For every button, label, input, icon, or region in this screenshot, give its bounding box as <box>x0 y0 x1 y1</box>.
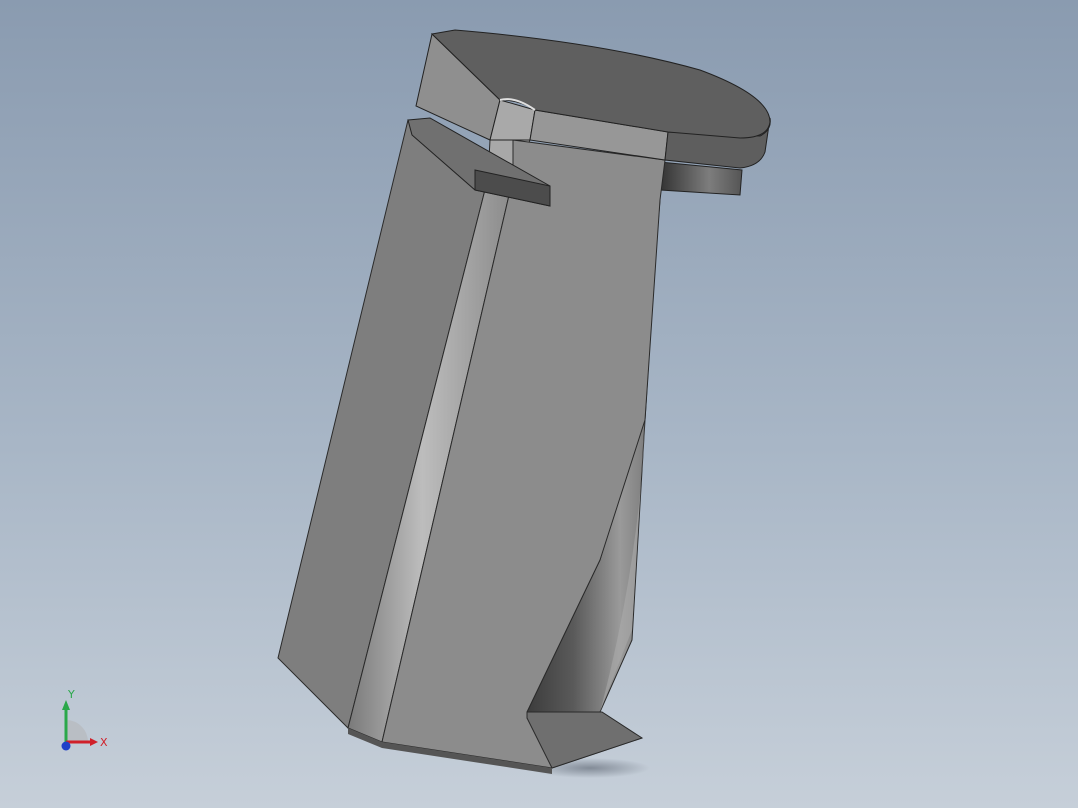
y-axis-head <box>62 700 70 710</box>
z-axis-dot <box>61 741 71 751</box>
triad-graphic: Y X <box>61 688 108 751</box>
graphics-viewport[interactable]: Y X <box>0 0 1078 808</box>
x-axis-head <box>90 738 98 746</box>
coordinate-triad: Y X <box>52 686 112 758</box>
x-axis-label: X <box>100 736 108 749</box>
triad-arc <box>66 720 88 742</box>
y-axis-label: Y <box>67 688 75 701</box>
3d-model[interactable] <box>0 0 1078 808</box>
